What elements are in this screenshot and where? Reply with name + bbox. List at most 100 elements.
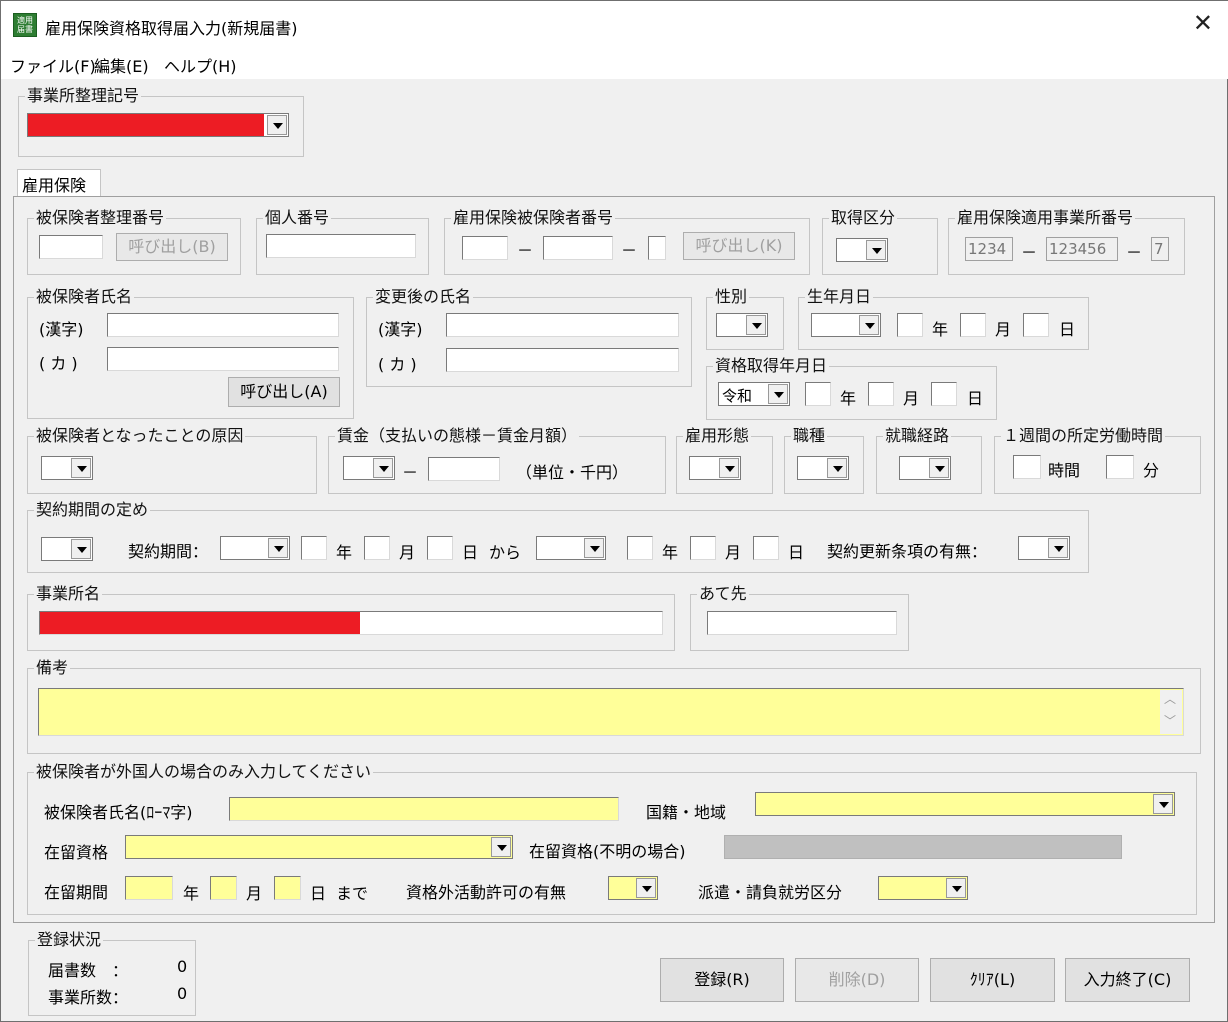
destination-legend: あて先 [699,584,747,603]
chevron-down-icon[interactable] [636,878,656,898]
contract-from-month[interactable] [364,536,390,560]
insured-no-part1[interactable] [462,236,508,260]
birth-day-input[interactable] [1023,313,1049,337]
register-button[interactable]: 登録(R) [660,958,784,1002]
chevron-down-icon[interactable] [929,458,949,478]
contract-to-day[interactable] [753,536,779,560]
app-icon: 適用届書 [13,13,37,37]
wage-amount-input[interactable] [428,457,500,481]
birth-month-input[interactable] [960,313,986,337]
renewal-label: 契約更新条項の有無： [827,542,988,561]
employment-type-select[interactable] [689,456,741,480]
acq-date-legend: 資格取得年月日 [715,356,828,375]
birth-year-input[interactable] [897,313,923,337]
contract-to-year[interactable] [627,536,653,560]
status-select[interactable] [125,835,513,859]
wage-type-select[interactable] [343,456,395,480]
clear-button[interactable]: ｸﾘｱ(L) [930,958,1055,1002]
nationality-select[interactable] [755,792,1175,816]
contract-to-era[interactable] [536,536,606,560]
window-title: 雇用保険資格取得届入力(新規届書) [45,19,298,38]
chevron-down-icon[interactable] [827,458,847,478]
chevron-down-icon[interactable] [768,384,788,404]
until-label: まで [336,884,369,903]
office-name-legend: 事業所名 [36,584,101,603]
outside-activity-select[interactable] [608,876,658,900]
new-name-kanji-input[interactable] [446,313,679,337]
finish-button[interactable]: 入力終了(C) [1065,958,1190,1002]
chevron-down-icon[interactable] [719,458,739,478]
route-select[interactable] [899,456,951,480]
chevron-down-icon[interactable] [71,539,91,559]
chevron-down-icon[interactable] [866,240,886,260]
roman-name-input[interactable] [229,797,619,821]
menu-file[interactable]: ファイル(F) [10,53,96,77]
stay-month-input[interactable] [210,876,237,900]
acq-month-input[interactable] [868,382,894,406]
office-code-select[interactable] [27,113,289,137]
stay-day-input[interactable] [274,876,301,900]
office-no-part2: 123456 [1046,237,1118,261]
forms-count-label: 届書数 ： [48,961,129,980]
menu-help[interactable]: ヘルプ(H) [164,53,237,77]
call-k-button[interactable]: 呼び出し(K) [683,232,795,260]
chevron-down-icon[interactable] [373,458,393,478]
chevron-down-icon[interactable] [1153,794,1173,814]
close-icon[interactable]: ✕ [1193,11,1213,35]
office-name-input[interactable] [39,611,663,635]
occupation-select[interactable] [797,456,849,480]
tab-employment-insurance[interactable]: 雇用保険 [17,169,101,197]
new-name-kana-input[interactable] [446,348,679,372]
my-number-input[interactable] [266,234,416,258]
acq-type-select[interactable] [836,238,888,262]
weekly-hours-input[interactable] [1013,455,1041,479]
name-kana-input[interactable] [107,347,339,371]
renewal-select[interactable] [1018,536,1070,560]
office-code-legend: 事業所整理記号 [27,86,140,105]
dispatch-select[interactable] [878,876,968,900]
day-label: 日 [967,389,984,408]
menu-edit[interactable]: 編集(E) [94,53,149,77]
chevron-down-icon[interactable] [859,315,879,335]
call-b-button[interactable]: 呼び出し(B) [116,233,228,261]
outside-activity-label: 資格外活動許可の有無 [406,883,567,902]
delete-button[interactable]: 削除(D) [795,958,919,1002]
contract-from-year[interactable] [301,536,327,560]
chevron-down-icon[interactable] [746,315,766,335]
contract-select[interactable] [41,537,93,561]
name-kanji-input[interactable] [107,313,339,337]
contract-from-era[interactable] [220,536,290,560]
remarks-textarea[interactable] [38,688,1184,736]
chevron-down-icon[interactable] [71,458,91,478]
month-label: 月 [246,884,263,903]
cause-select[interactable] [41,456,93,480]
stay-year-input[interactable] [125,876,173,900]
insured-no-part3[interactable] [648,236,666,260]
dispatch-label: 派遣・請負就労区分 [698,883,843,902]
chevron-down-icon[interactable] [584,538,604,558]
employment-type-legend: 雇用形態 [685,426,750,445]
acq-year-input[interactable] [805,382,831,406]
dash: － [621,241,638,260]
from-label: から [489,543,522,562]
birth-era-select[interactable] [811,313,881,337]
kana-label: ( カ ) [378,355,417,374]
contract-from-day[interactable] [427,536,453,560]
chevron-down-icon[interactable] [491,837,511,857]
gender-select[interactable] [716,313,768,337]
chevron-down-icon[interactable] [1048,538,1068,558]
acq-day-input[interactable] [931,382,957,406]
weekly-minutes-input[interactable] [1106,455,1134,479]
chevron-down-icon[interactable] [946,878,966,898]
acq-era-select[interactable]: 令和 [718,382,790,406]
chevron-down-icon[interactable] [268,538,288,558]
insured-no-part2[interactable] [543,236,613,260]
year-label: 年 [662,543,679,562]
insured-mgmt-input[interactable] [39,235,103,259]
destination-input[interactable] [707,611,897,635]
scrollbar[interactable] [1160,690,1182,734]
contract-to-month[interactable] [690,536,716,560]
call-a-button[interactable]: 呼び出し(A) [228,377,340,407]
year-label: 年 [336,543,353,562]
chevron-down-icon[interactable] [267,115,287,135]
